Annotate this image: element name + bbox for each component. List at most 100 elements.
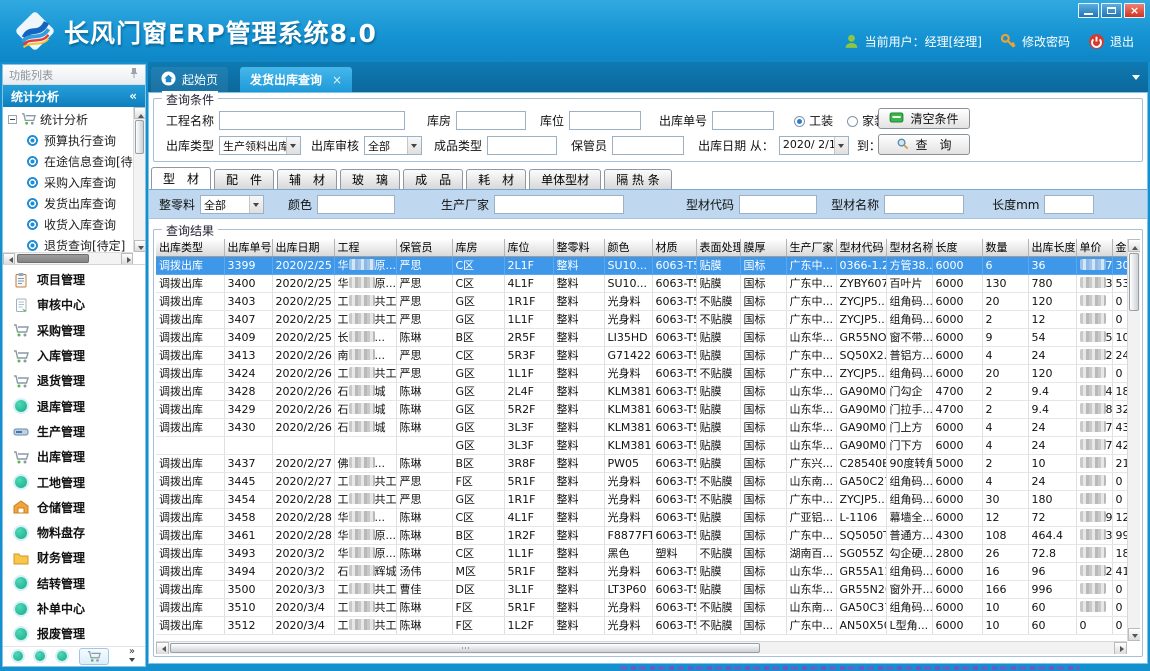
scroll-down-arrow[interactable] xyxy=(1128,628,1140,641)
more-modules-button[interactable]: » xyxy=(129,647,135,665)
scroll-right-arrow[interactable] xyxy=(1114,642,1127,654)
col-header-2[interactable]: 出库日期 xyxy=(272,239,334,256)
col-header-5[interactable]: 库房 xyxy=(452,239,504,256)
table-row[interactable]: 调拨出库34242020/2/26工共工程严思G区1L1F整料光身料6063-T… xyxy=(156,364,1136,382)
material-tab-1[interactable]: 配 件 xyxy=(214,169,274,189)
col-header-13[interactable]: 型材代码 xyxy=(836,239,886,256)
table-row[interactable]: 调拨出库34612020/2/28华原...陈琳B区1R2F整料F8877FT6… xyxy=(156,526,1136,544)
tree-vertical-scrollbar[interactable] xyxy=(133,107,145,252)
table-row[interactable]: 调拨出库35122020/3/4工共工程陈琳F区1L2F整料光身料6063-T5… xyxy=(156,616,1136,634)
scroll-thumb[interactable] xyxy=(1129,253,1139,311)
col-header-6[interactable]: 库位 xyxy=(504,239,553,256)
scroll-left-arrow[interactable] xyxy=(156,642,169,654)
scroll-thumb[interactable] xyxy=(17,254,89,263)
date-from-select[interactable]: 2020/ 2/16 xyxy=(779,136,849,155)
table-row[interactable]: 调拨出库34942020/3/2石辉城汤伟M区5R1F整料光身料6063-T5贴… xyxy=(156,562,1136,580)
table-row[interactable]: 调拨出库34072020/2/25工共工程严思G区1L1F整料光身料6063-T… xyxy=(156,310,1136,328)
table-row[interactable]: 调拨出库33992020/2/25华原...严思C区2L1F整料SU10...6… xyxy=(156,256,1136,274)
color-input[interactable] xyxy=(317,195,395,214)
tab-home[interactable]: 起始页 xyxy=(151,67,228,92)
table-row[interactable]: G区3L3F整料KLM38176063-T5贴膜国标山东华...GA90M09.… xyxy=(156,436,1136,454)
table-row[interactable]: 调拨出库34452020/2/27工共工程严思F区5R1F整料光身料6063-T… xyxy=(156,472,1136,490)
table-row[interactable]: 调拨出库34132020/2/26南...严思C区5R3F整料G71422606… xyxy=(156,346,1136,364)
table-row[interactable]: 调拨出库34002020/2/25华原...严思C区4L1F整料SU10...6… xyxy=(156,274,1136,292)
sidebar-module-10[interactable]: 物料盘存 xyxy=(3,520,145,545)
change-password-button[interactable]: 修改密码 xyxy=(1000,33,1070,50)
search-button[interactable]: 查 询 xyxy=(878,134,970,155)
col-header-11[interactable]: 膜厚 xyxy=(740,239,786,256)
scroll-down-arrow[interactable] xyxy=(134,240,145,252)
maker-input[interactable] xyxy=(494,195,624,214)
tab-list-dropdown-icon[interactable] xyxy=(1132,75,1140,84)
sidebar-module-2[interactable]: 采购管理 xyxy=(3,318,145,343)
maximize-button[interactable] xyxy=(1101,3,1122,18)
sidebar-module-1[interactable]: 审核中心 xyxy=(3,292,145,317)
profile-code-input[interactable] xyxy=(739,195,817,214)
keeper-input[interactable] xyxy=(612,136,684,155)
col-header-1[interactable]: 出库单号 xyxy=(224,239,272,256)
material-tab-7[interactable]: 隔 热 条 xyxy=(604,169,672,189)
length-input[interactable] xyxy=(1044,195,1094,214)
module-dot-icon[interactable] xyxy=(35,651,45,661)
sidebar-module-6[interactable]: 生产管理 xyxy=(3,419,145,444)
sidebar-module-11[interactable]: 财务管理 xyxy=(3,545,145,570)
outbound-type-select[interactable]: 生产领料出库 xyxy=(219,136,301,155)
sidebar-module-12[interactable]: 结转管理 xyxy=(3,571,145,596)
sidebar-module-3[interactable]: 入库管理 xyxy=(3,343,145,368)
section-header-statistics[interactable]: 统计分析 « xyxy=(3,85,145,107)
sidebar-module-4[interactable]: 退货管理 xyxy=(3,368,145,393)
col-header-14[interactable]: 型材名称 xyxy=(886,239,932,256)
radio-gongzhuang[interactable]: 工装 xyxy=(794,112,833,129)
col-header-12[interactable]: 生产厂家 xyxy=(786,239,836,256)
module-cart-button[interactable] xyxy=(79,648,109,665)
col-header-0[interactable]: 出库类型 xyxy=(156,239,224,256)
sidebar-module-7[interactable]: 出库管理 xyxy=(3,444,145,469)
col-header-16[interactable]: 数量 xyxy=(982,239,1028,256)
project-name-input[interactable] xyxy=(219,111,405,130)
clear-conditions-button[interactable]: 清空条件 xyxy=(878,108,970,129)
table-row[interactable]: 调拨出库34292020/2/26石城陈琳G区5R2F整料KLM38176063… xyxy=(156,400,1136,418)
col-header-18[interactable]: 单价 xyxy=(1076,239,1112,256)
whole-part-select[interactable]: 全部 xyxy=(200,195,264,214)
scroll-up-arrow[interactable] xyxy=(134,107,145,119)
scroll-thumb[interactable] xyxy=(135,120,144,154)
material-tab-6[interactable]: 单体型材 xyxy=(529,169,601,189)
col-header-10[interactable]: 表面处理 xyxy=(696,239,740,256)
col-header-7[interactable]: 整零料 xyxy=(553,239,604,256)
scroll-up-arrow[interactable] xyxy=(1128,239,1140,252)
col-header-9[interactable]: 材质 xyxy=(652,239,696,256)
logout-button[interactable]: 退出 xyxy=(1088,33,1134,50)
tab-shipping-outbound-query[interactable]: 发货出库查询 × xyxy=(240,67,352,92)
col-header-15[interactable]: 长度 xyxy=(932,239,982,256)
table-vertical-scrollbar[interactable] xyxy=(1127,239,1140,641)
collapse-expander-icon[interactable] xyxy=(8,115,17,124)
col-header-3[interactable]: 工程 xyxy=(334,239,396,256)
tree-root-statistics[interactable]: 统计分析 xyxy=(3,109,133,130)
sidebar-module-5[interactable]: 退库管理 xyxy=(3,393,145,418)
warehouse-input[interactable] xyxy=(456,111,526,130)
tree-horizontal-scrollbar[interactable] xyxy=(3,252,133,264)
col-header-8[interactable]: 颜色 xyxy=(604,239,652,256)
pin-icon[interactable] xyxy=(129,67,139,82)
module-dot-icon[interactable] xyxy=(57,651,67,661)
outbound-audit-select[interactable]: 全部 xyxy=(364,136,422,155)
tree-item-0[interactable]: 预算执行查询 xyxy=(3,130,133,151)
location-input[interactable] xyxy=(569,111,641,130)
tree-item-5[interactable]: 退货查询[待定] xyxy=(3,235,133,252)
col-header-4[interactable]: 保管员 xyxy=(396,239,452,256)
module-dot-icon[interactable] xyxy=(13,651,23,661)
profile-name-input[interactable] xyxy=(884,195,964,214)
table-horizontal-scrollbar[interactable] xyxy=(156,641,1127,654)
col-header-17[interactable]: 出库长度 xyxy=(1028,239,1076,256)
material-tab-3[interactable]: 玻 璃 xyxy=(340,169,400,189)
minimize-button[interactable] xyxy=(1078,3,1099,18)
material-tab-5[interactable]: 耗 材 xyxy=(466,169,526,189)
table-row[interactable]: 调拨出库34542020/2/28工共工程严思G区1R1F整料光身料6063-T… xyxy=(156,490,1136,508)
material-tab-2[interactable]: 辅 材 xyxy=(277,169,337,189)
close-button[interactable]: × xyxy=(1124,3,1145,18)
tab-close-icon[interactable]: × xyxy=(332,73,342,87)
table-row[interactable]: 调拨出库34372020/2/27佛...陈琳B区3R8F整料PW056063-… xyxy=(156,454,1136,472)
table-row[interactable]: 调拨出库34582020/2/28华...陈琳C区4L1F整料光身料6063-T… xyxy=(156,508,1136,526)
table-row[interactable]: 调拨出库34092020/2/25长...陈琳B区2R5F整料LI35HD606… xyxy=(156,328,1136,346)
sidebar-module-14[interactable]: 报废管理 xyxy=(3,621,145,646)
